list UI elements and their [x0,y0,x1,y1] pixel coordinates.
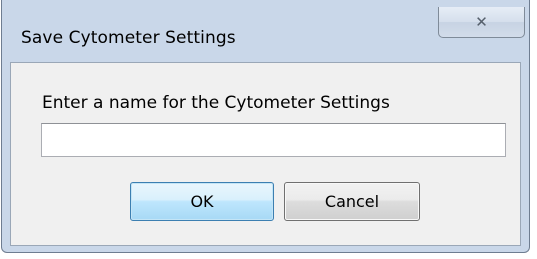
close-icon: ✕ [475,12,488,31]
cancel-button[interactable]: Cancel [284,182,420,221]
name-prompt-label: Enter a name for the Cytometer Settings [42,93,390,113]
cancel-button-label: Cancel [324,192,380,211]
ok-button[interactable]: OK [130,182,274,221]
close-button[interactable]: ✕ [438,7,525,38]
window-title: Save Cytometer Settings [21,28,236,48]
save-cytometer-settings-dialog: Save Cytometer Settings ✕ Enter a name f… [1,0,530,253]
ok-button-label: OK [190,192,214,211]
title-bar[interactable]: Save Cytometer Settings ✕ [2,0,529,62]
settings-name-input[interactable] [41,123,506,157]
screen: Save Cytometer Settings ✕ Enter a name f… [0,0,537,259]
dialog-body: Enter a name for the Cytometer Settings … [10,62,521,246]
